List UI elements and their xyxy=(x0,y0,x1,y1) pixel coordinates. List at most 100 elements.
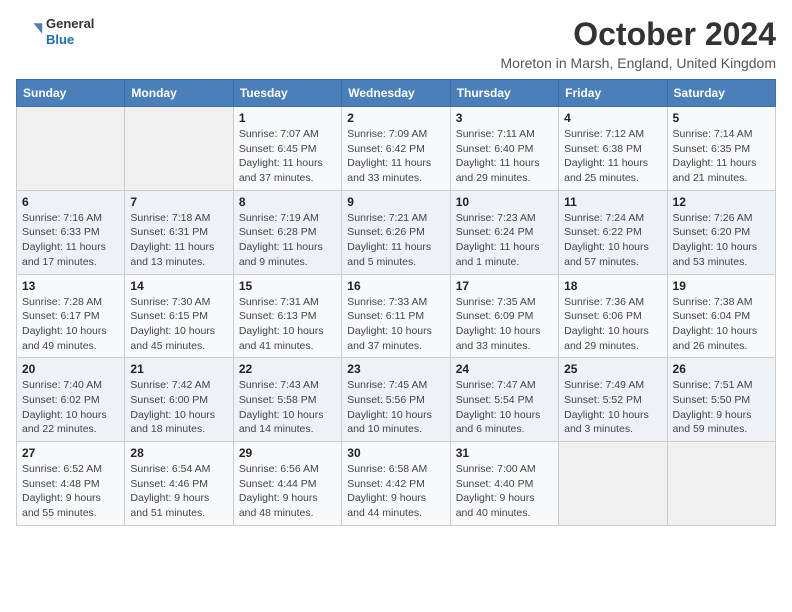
day-info: Sunrise: 7:12 AMSunset: 6:38 PMDaylight:… xyxy=(564,127,661,186)
calendar-cell: 3Sunrise: 7:11 AMSunset: 6:40 PMDaylight… xyxy=(450,107,558,191)
day-number: 14 xyxy=(130,279,227,293)
calendar-cell: 29 Sunrise: 6:56 AMSunset: 4:44 PMDayligh… xyxy=(233,442,341,526)
day-info: Sunrise: 7:21 AMSunset: 6:26 PMDaylight:… xyxy=(347,211,444,270)
day-number: 15 xyxy=(239,279,336,293)
day-info: Sunrise: 7:31 AMSunset: 6:13 PMDaylight:… xyxy=(239,295,336,354)
day-info: Sunrise: 6:52 AMSunset: 4:48 PMDaylight:… xyxy=(22,462,119,521)
calendar-cell: 11 Sunrise: 7:24 AMSunset: 6:22 PMDayligh… xyxy=(559,190,667,274)
day-number: 13 xyxy=(22,279,119,293)
day-info: Sunrise: 7:43 AMSunset: 5:58 PMDaylight:… xyxy=(239,378,336,437)
day-number: 28 xyxy=(130,446,227,460)
day-number: 18 xyxy=(564,279,661,293)
calendar-cell: 17 Sunrise: 7:35 AMSunset: 6:09 PMDayligh… xyxy=(450,274,558,358)
day-info: Sunrise: 7:26 AMSunset: 6:20 PMDaylight:… xyxy=(673,211,770,270)
day-number: 3 xyxy=(456,111,553,125)
calendar-cell xyxy=(667,442,775,526)
calendar-cell xyxy=(125,107,233,191)
calendar-cell: 24Sunrise: 7:47 AMSunset: 5:54 PMDayligh… xyxy=(450,358,558,442)
calendar-week-3: 13 Sunrise: 7:28 AMSunset: 6:17 PMDayligh… xyxy=(17,274,776,358)
calendar-week-5: 27 Sunrise: 6:52 AMSunset: 4:48 PMDayligh… xyxy=(17,442,776,526)
logo-text: General Blue xyxy=(46,16,94,47)
location-subtitle: Moreton in Marsh, England, United Kingdo… xyxy=(501,55,776,71)
day-number: 9 xyxy=(347,195,444,209)
day-info: Sunrise: 7:35 AMSunset: 6:09 PMDaylight:… xyxy=(456,295,553,354)
calendar-cell: 22Sunrise: 7:43 AMSunset: 5:58 PMDayligh… xyxy=(233,358,341,442)
day-number: 30 xyxy=(347,446,444,460)
day-info: Sunrise: 7:38 AMSunset: 6:04 PMDaylight:… xyxy=(673,295,770,354)
day-info: Sunrise: 7:36 AMSunset: 6:06 PMDaylight:… xyxy=(564,295,661,354)
day-info: Sunrise: 7:45 AMSunset: 5:56 PMDaylight:… xyxy=(347,378,444,437)
header-wednesday: Wednesday xyxy=(342,80,450,107)
calendar-cell xyxy=(17,107,125,191)
calendar-cell: 18 Sunrise: 7:36 AMSunset: 6:06 PMDayligh… xyxy=(559,274,667,358)
day-number: 2 xyxy=(347,111,444,125)
calendar-cell: 10 Sunrise: 7:23 AMSunset: 6:24 PMDayligh… xyxy=(450,190,558,274)
day-number: 16 xyxy=(347,279,444,293)
day-info: Sunrise: 7:24 AMSunset: 6:22 PMDaylight:… xyxy=(564,211,661,270)
day-number: 24 xyxy=(456,362,553,376)
header-saturday: Saturday xyxy=(667,80,775,107)
day-info: Sunrise: 7:00 AMSunset: 4:40 PMDaylight:… xyxy=(456,462,553,521)
header-monday: Monday xyxy=(125,80,233,107)
day-info: Sunrise: 7:18 AMSunset: 6:31 PMDaylight:… xyxy=(130,211,227,270)
day-info: Sunrise: 7:42 AMSunset: 6:00 PMDaylight:… xyxy=(130,378,227,437)
day-number: 4 xyxy=(564,111,661,125)
calendar-week-1: 1Sunrise: 7:07 AMSunset: 6:45 PMDaylight… xyxy=(17,107,776,191)
day-number: 8 xyxy=(239,195,336,209)
day-number: 10 xyxy=(456,195,553,209)
calendar-cell: 2 Sunrise: 7:09 AMSunset: 6:42 PMDaylight… xyxy=(342,107,450,191)
month-title: October 2024 xyxy=(501,16,776,53)
day-info: Sunrise: 6:56 AMSunset: 4:44 PMDaylight:… xyxy=(239,462,336,521)
day-number: 25 xyxy=(564,362,661,376)
calendar-cell: 25Sunrise: 7:49 AMSunset: 5:52 PMDayligh… xyxy=(559,358,667,442)
calendar-cell: 28 Sunrise: 6:54 AMSunset: 4:46 PMDayligh… xyxy=(125,442,233,526)
logo-icon xyxy=(16,18,44,46)
calendar-cell: 15 Sunrise: 7:31 AMSunset: 6:13 PMDayligh… xyxy=(233,274,341,358)
day-number: 26 xyxy=(673,362,770,376)
day-number: 11 xyxy=(564,195,661,209)
calendar-cell: 7 Sunrise: 7:18 AMSunset: 6:31 PMDaylight… xyxy=(125,190,233,274)
day-info: Sunrise: 7:33 AMSunset: 6:11 PMDaylight:… xyxy=(347,295,444,354)
day-info: Sunrise: 7:16 AMSunset: 6:33 PMDaylight:… xyxy=(22,211,119,270)
calendar-cell: 9 Sunrise: 7:21 AMSunset: 6:26 PMDaylight… xyxy=(342,190,450,274)
calendar-table: SundayMondayTuesdayWednesdayThursdayFrid… xyxy=(16,79,776,526)
calendar-cell: 12Sunrise: 7:26 AMSunset: 6:20 PMDayligh… xyxy=(667,190,775,274)
calendar-cell: 19 Sunrise: 7:38 AMSunset: 6:04 PMDayligh… xyxy=(667,274,775,358)
day-info: Sunrise: 7:23 AMSunset: 6:24 PMDaylight:… xyxy=(456,211,553,270)
calendar-cell: 6 Sunrise: 7:16 AMSunset: 6:33 PMDaylight… xyxy=(17,190,125,274)
day-info: Sunrise: 6:58 AMSunset: 4:42 PMDaylight:… xyxy=(347,462,444,521)
logo-blue: Blue xyxy=(46,32,94,48)
day-number: 1 xyxy=(239,111,336,125)
day-number: 20 xyxy=(22,362,119,376)
calendar-week-4: 20Sunrise: 7:40 AMSunset: 6:02 PMDayligh… xyxy=(17,358,776,442)
day-info: Sunrise: 7:14 AMSunset: 6:35 PMDaylight:… xyxy=(673,127,770,186)
day-number: 21 xyxy=(130,362,227,376)
day-number: 6 xyxy=(22,195,119,209)
header-tuesday: Tuesday xyxy=(233,80,341,107)
calendar-cell: 31Sunrise: 7:00 AMSunset: 4:40 PMDayligh… xyxy=(450,442,558,526)
calendar-cell: 26 Sunrise: 7:51 AMSunset: 5:50 PMDayligh… xyxy=(667,358,775,442)
header-sunday: Sunday xyxy=(17,80,125,107)
day-info: Sunrise: 7:51 AMSunset: 5:50 PMDaylight:… xyxy=(673,378,770,437)
day-info: Sunrise: 7:19 AMSunset: 6:28 PMDaylight:… xyxy=(239,211,336,270)
day-number: 5 xyxy=(673,111,770,125)
calendar-header-row: SundayMondayTuesdayWednesdayThursdayFrid… xyxy=(17,80,776,107)
day-info: Sunrise: 7:28 AMSunset: 6:17 PMDaylight:… xyxy=(22,295,119,354)
calendar-week-2: 6 Sunrise: 7:16 AMSunset: 6:33 PMDaylight… xyxy=(17,190,776,274)
day-info: Sunrise: 7:09 AMSunset: 6:42 PMDaylight:… xyxy=(347,127,444,186)
calendar-cell: 13 Sunrise: 7:28 AMSunset: 6:17 PMDayligh… xyxy=(17,274,125,358)
day-info: Sunrise: 7:30 AMSunset: 6:15 PMDaylight:… xyxy=(130,295,227,354)
calendar-cell: 23Sunrise: 7:45 AMSunset: 5:56 PMDayligh… xyxy=(342,358,450,442)
logo: General Blue xyxy=(16,16,94,47)
day-number: 7 xyxy=(130,195,227,209)
header-thursday: Thursday xyxy=(450,80,558,107)
calendar-cell: 5 Sunrise: 7:14 AMSunset: 6:35 PMDaylight… xyxy=(667,107,775,191)
calendar-cell: 14 Sunrise: 7:30 AMSunset: 6:15 PMDayligh… xyxy=(125,274,233,358)
calendar-cell xyxy=(559,442,667,526)
day-number: 29 xyxy=(239,446,336,460)
day-number: 19 xyxy=(673,279,770,293)
calendar-cell: 1Sunrise: 7:07 AMSunset: 6:45 PMDaylight… xyxy=(233,107,341,191)
day-info: Sunrise: 6:54 AMSunset: 4:46 PMDaylight:… xyxy=(130,462,227,521)
day-number: 17 xyxy=(456,279,553,293)
day-number: 27 xyxy=(22,446,119,460)
